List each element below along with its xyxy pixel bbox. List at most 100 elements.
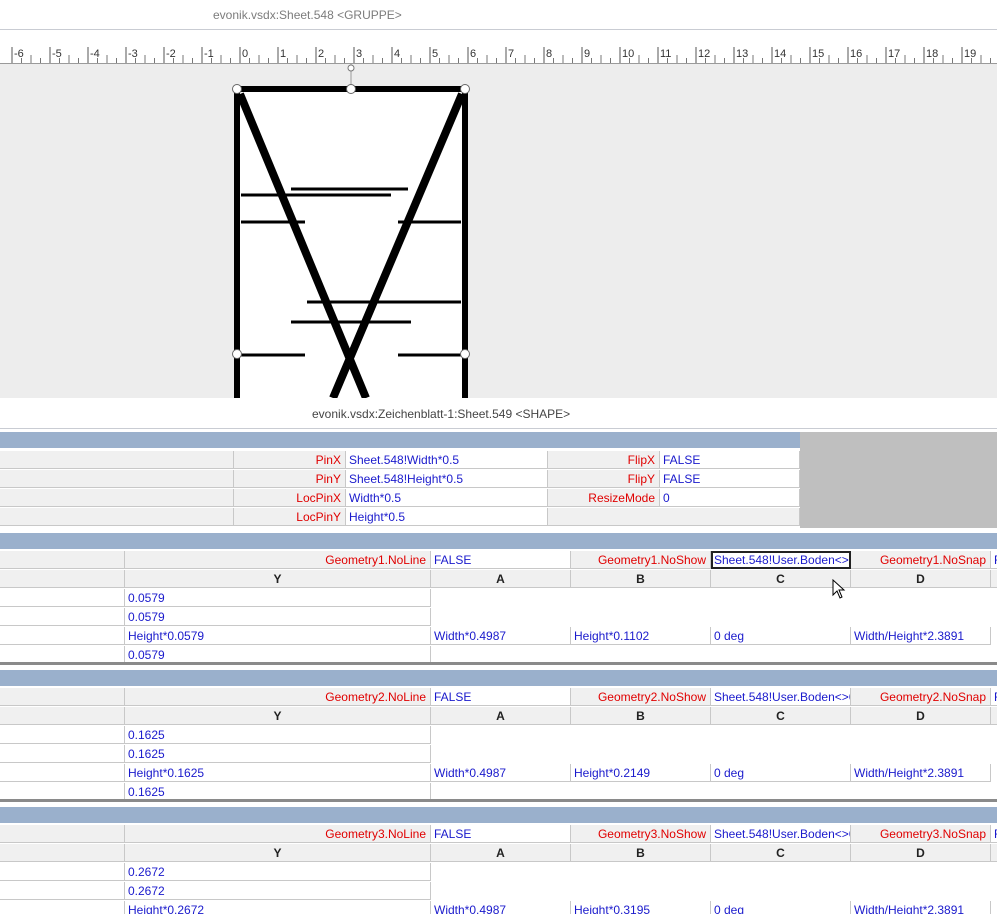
b-value[interactable]: Height*0.2149 [571, 764, 711, 782]
flipy-label: FlipY [548, 470, 660, 488]
y-value[interactable]: 0.2672 [125, 882, 431, 900]
ruler-label: 5 [432, 48, 438, 60]
b-value[interactable]: Height*0.3195 [571, 901, 711, 914]
ruler-label: 8 [546, 48, 552, 60]
column-header-d: D [851, 570, 991, 588]
ruler-label: 10 [622, 48, 634, 60]
b-value[interactable]: Height*0.1102 [571, 627, 711, 645]
noline-label: Geometry3.NoLine [125, 825, 431, 843]
row-name-cell [0, 589, 125, 607]
noline-label: Geometry2.NoLine [125, 688, 431, 706]
nosnap-value[interactable]: F [991, 551, 997, 569]
selection-handle-tr[interactable] [460, 84, 470, 94]
ruler-label: 16 [850, 48, 862, 60]
y-value[interactable]: Height*0.1625 [125, 764, 431, 782]
noshow-value[interactable]: Sheet.548!User.Boden<>6 [711, 551, 851, 569]
noline-label: Geometry1.NoLine [125, 551, 431, 569]
rotation-handle[interactable] [347, 64, 355, 72]
ruler-label: 15 [812, 48, 824, 60]
locpiny-label: LocPinY [234, 508, 346, 526]
drawing-canvas[interactable] [0, 64, 997, 398]
geometry-section-header[interactable] [0, 533, 997, 549]
shapesheet-title-bar: evonik.vsdx:Zeichenblatt-1:Sheet.549 <SH… [0, 398, 997, 429]
ruler-label: 17 [888, 48, 900, 60]
selection-handle-mr[interactable] [460, 349, 470, 359]
locpinx-label: LocPinX [234, 489, 346, 507]
group-title: evonik.vsdx:Sheet.548 <GRUPPE> [213, 8, 402, 22]
row-name-cell [0, 551, 125, 569]
noshow-label: Geometry3.NoShow [571, 825, 711, 843]
column-header-b: B [571, 707, 711, 725]
row-name-cell [0, 508, 234, 526]
column-header-d: D [851, 707, 991, 725]
ruler-label: 11 [660, 48, 671, 60]
noline-value[interactable]: FALSE [431, 551, 571, 569]
d-value[interactable]: Width/Height*2.3891 [851, 627, 991, 645]
nosnap-value[interactable]: F [991, 688, 997, 706]
c-value[interactable]: 0 deg [711, 764, 851, 782]
ruler-label: 14 [774, 48, 786, 60]
noshow-value[interactable]: Sheet.548!User.Boden<>6 [711, 825, 851, 843]
c-value[interactable]: 0 deg [711, 627, 851, 645]
d-value[interactable]: Width/Height*2.3891 [851, 901, 991, 914]
row-name-cell [0, 489, 234, 507]
column-header-d: D [851, 844, 991, 862]
empty-area [800, 432, 997, 528]
row-name-cell [0, 844, 125, 862]
row-name-cell [0, 627, 125, 645]
ruler-label: -3 [128, 48, 138, 60]
row-name-cell [0, 688, 125, 706]
y-value[interactable]: 0.2672 [125, 863, 431, 881]
ruler-label: 12 [698, 48, 710, 60]
selection-handle-tl[interactable] [232, 84, 242, 94]
selection-handle-tc[interactable] [346, 84, 356, 94]
horizontal-ruler[interactable]: -6 -5 -4 -3 -2 -1 0 1 2 3 4 5 6 7 8 9 10 11 12 13 14 15 16 17 18… [0, 41, 997, 64]
row-name-cell [0, 825, 125, 843]
mouse-cursor-icon [832, 579, 846, 599]
locpinx-value[interactable]: Width*0.5 [346, 489, 548, 507]
c-value[interactable]: 0 deg [711, 901, 851, 914]
nosnap-label: Geometry1.NoSnap [851, 551, 991, 569]
column-header-b: B [571, 844, 711, 862]
ruler-label: 2 [318, 48, 324, 60]
noline-value[interactable]: FALSE [431, 825, 571, 843]
y-value[interactable]: 0.0579 [125, 589, 431, 607]
row-name-cell [0, 745, 125, 763]
section-header-bar[interactable] [0, 432, 800, 448]
column-header-b: B [571, 570, 711, 588]
noshow-label: Geometry1.NoShow [571, 551, 711, 569]
ruler-label: 19 [964, 48, 976, 60]
geometry-section-header[interactable] [0, 670, 997, 686]
a-value[interactable]: Width*0.4987 [431, 627, 571, 645]
row-name-cell [0, 901, 125, 914]
column-header-e [991, 844, 997, 862]
ruler-label: 9 [584, 48, 590, 60]
ruler-label: -2 [166, 48, 176, 60]
geometry-section-header[interactable] [0, 807, 997, 823]
shapesheet-grid[interactable]: PinX Sheet.548!Width*0.5 FlipX FALSE Pin… [0, 429, 997, 914]
resizemode-value[interactable]: 0 [660, 489, 800, 507]
flipx-value[interactable]: FALSE [660, 451, 800, 469]
y-value[interactable]: Height*0.2672 [125, 901, 431, 914]
pinx-value[interactable]: Sheet.548!Width*0.5 [346, 451, 548, 469]
ruler-label: -1 [204, 48, 214, 60]
nosnap-value[interactable]: F [991, 825, 997, 843]
noline-value[interactable]: FALSE [431, 688, 571, 706]
column-header-y: Y [125, 570, 431, 588]
a-value[interactable]: Width*0.4987 [431, 901, 571, 914]
piny-value[interactable]: Sheet.548!Height*0.5 [346, 470, 548, 488]
row-name-cell [0, 882, 125, 900]
flipy-value[interactable]: FALSE [660, 470, 800, 488]
y-value[interactable]: 0.0579 [125, 608, 431, 626]
shapesheet-title: evonik.vsdx:Zeichenblatt-1:Sheet.549 <SH… [312, 407, 571, 421]
y-value[interactable]: 0.1625 [125, 745, 431, 763]
d-value[interactable]: Width/Height*2.3891 [851, 764, 991, 782]
column-header-a: A [431, 570, 571, 588]
y-value[interactable]: 0.1625 [125, 726, 431, 744]
locpiny-value[interactable]: Height*0.5 [346, 508, 548, 526]
ruler-label: 18 [926, 48, 938, 60]
noshow-value[interactable]: Sheet.548!User.Boden<>6 [711, 688, 851, 706]
a-value[interactable]: Width*0.4987 [431, 764, 571, 782]
y-value[interactable]: Height*0.0579 [125, 627, 431, 645]
selection-handle-ml[interactable] [232, 349, 242, 359]
